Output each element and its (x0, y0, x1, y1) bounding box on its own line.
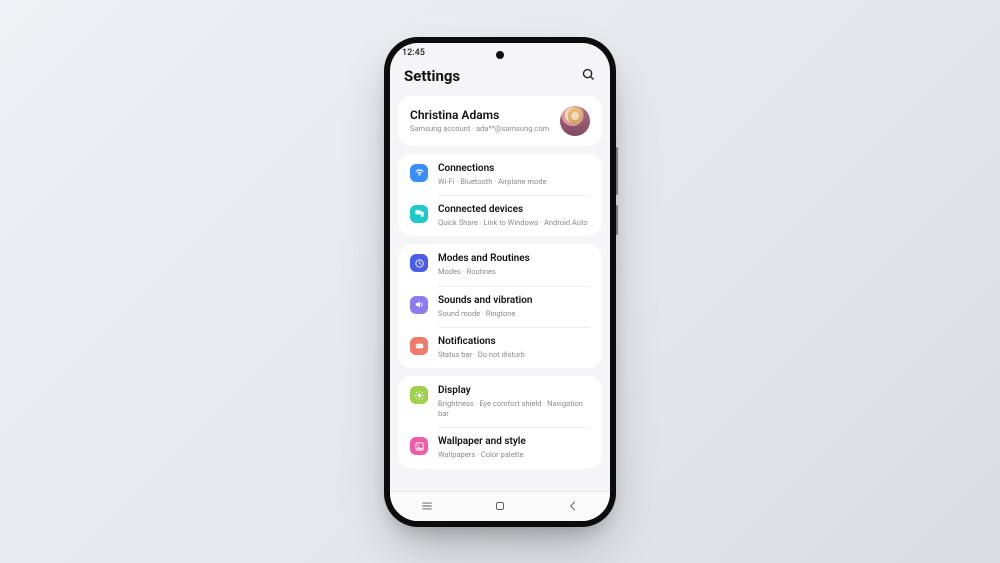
navigation-bar (390, 491, 610, 521)
notify-icon (410, 337, 428, 355)
item-title: Notifications (438, 336, 525, 348)
item-title: Modes and Routines (438, 253, 530, 265)
settings-list[interactable]: Christina Adams Samsung account · ada**@… (390, 96, 610, 491)
item-title: Wallpaper and style (438, 436, 526, 448)
nav-back[interactable] (553, 496, 593, 516)
display-icon (410, 386, 428, 404)
item-desc: Brightness · Eye comfort shield · Naviga… (438, 399, 590, 418)
nav-home[interactable] (480, 496, 520, 516)
item-desc: Wallpapers · Color palette (438, 450, 526, 459)
header: Settings (390, 63, 610, 96)
phone-frame: 12:45 Settings Christina Adams Samsung a… (384, 37, 616, 527)
item-desc: Status bar · Do not disturb (438, 350, 525, 359)
settings-group: Connections Wi-Fi · Bluetooth · Airplane … (398, 154, 602, 237)
power-button (616, 205, 618, 235)
item-desc: Quick Share · Link to Windows · Android … (438, 218, 588, 227)
nav-recents[interactable] (407, 496, 447, 516)
settings-item-wallpaper-and-style[interactable]: Wallpaper and style Wallpapers · Color pa… (398, 427, 602, 468)
settings-item-connections[interactable]: Connections Wi-Fi · Bluetooth · Airplane … (398, 154, 602, 195)
sound-icon (410, 296, 428, 314)
clock: 12:45 (402, 48, 425, 58)
front-camera (496, 51, 504, 59)
search-icon[interactable] (581, 67, 596, 86)
account-subtitle: Samsung account · ada**@samsung.com (410, 124, 549, 133)
item-desc: Modes · Routines (438, 267, 530, 276)
settings-item-connected-devices[interactable]: Connected devices Quick Share · Link to W… (398, 195, 602, 236)
settings-item-display[interactable]: Display Brightness · Eye comfort shield ·… (398, 376, 602, 427)
settings-item-sounds-and-vibration[interactable]: Sounds and vibration Sound mode · Rington… (398, 286, 602, 327)
account-name: Christina Adams (410, 108, 549, 122)
routines-icon (410, 254, 428, 272)
item-title: Connections (438, 163, 546, 175)
wifi-icon (410, 164, 428, 182)
item-desc: Sound mode · Ringtone (438, 309, 533, 318)
settings-group: Modes and Routines Modes · Routines Sounds… (398, 244, 602, 368)
screen: 12:45 Settings Christina Adams Samsung a… (390, 43, 610, 521)
account-card[interactable]: Christina Adams Samsung account · ada**@… (398, 96, 602, 146)
item-title: Connected devices (438, 204, 588, 216)
settings-item-notifications[interactable]: Notifications Status bar · Do not disturb (398, 327, 602, 368)
wallpaper-icon (410, 437, 428, 455)
settings-item-modes-and-routines[interactable]: Modes and Routines Modes · Routines (398, 244, 602, 285)
item-title: Sounds and vibration (438, 295, 533, 307)
settings-group: Display Brightness · Eye comfort shield ·… (398, 376, 602, 468)
page-title: Settings (404, 67, 460, 85)
avatar (560, 106, 590, 136)
item-desc: Wi-Fi · Bluetooth · Airplane mode (438, 177, 546, 186)
volume-button (616, 147, 618, 195)
devices-icon (410, 205, 428, 223)
item-title: Display (438, 385, 590, 397)
